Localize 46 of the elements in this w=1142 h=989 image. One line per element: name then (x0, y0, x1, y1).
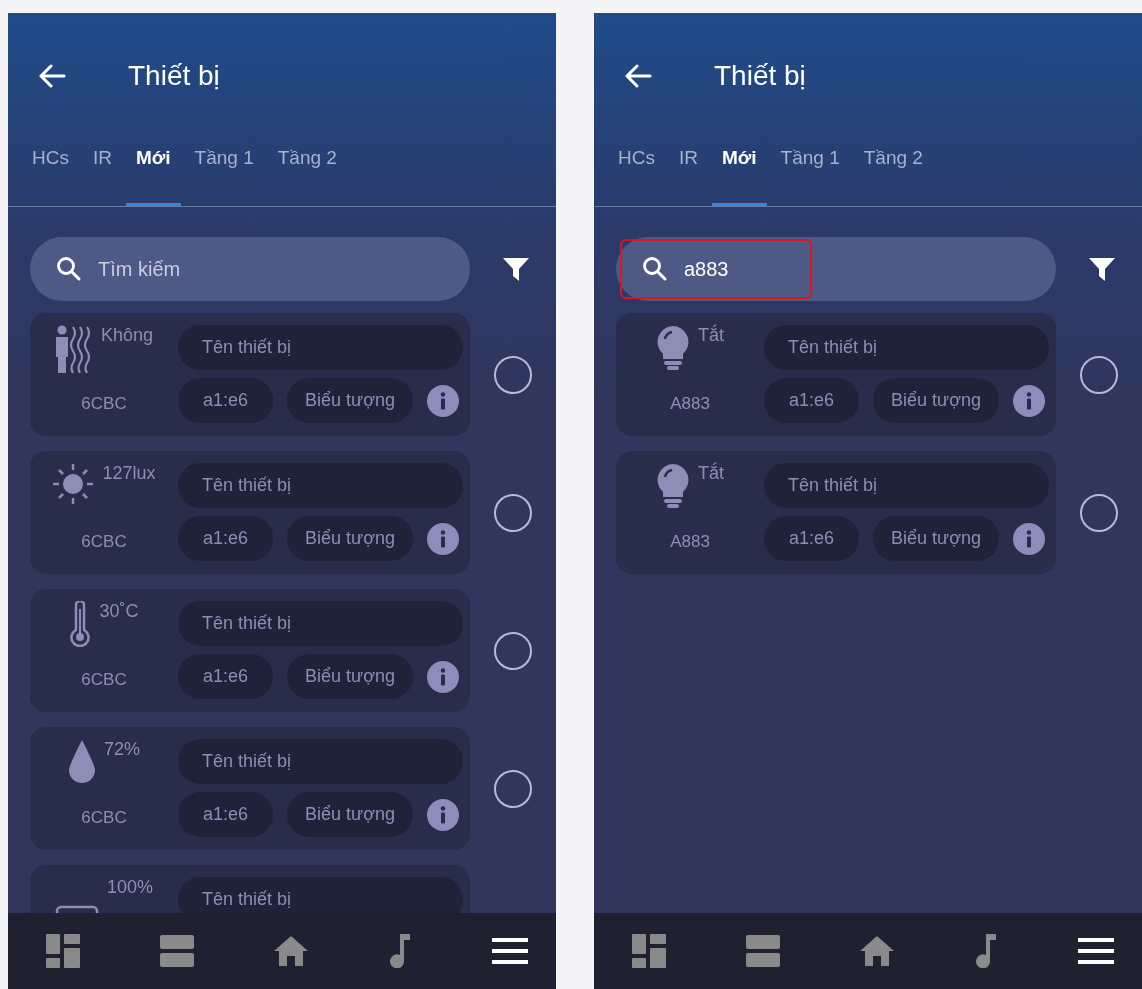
tab[interactable]: HCs (22, 137, 79, 206)
address-pill: a1:e6 (178, 516, 273, 561)
name-field[interactable]: Tên thiết bị (764, 325, 1049, 370)
name-field[interactable]: Tên thiết bị (178, 739, 463, 784)
search-input[interactable]: Tìm kiếm (98, 257, 208, 281)
icon-select-button[interactable]: Biểu tượng (287, 654, 413, 699)
sensor-reading: Tắt (698, 463, 724, 484)
name-field[interactable]: Tên thiết bị (178, 463, 463, 508)
name-field[interactable]: Tên thiết bị (178, 601, 463, 646)
tab[interactable]: Tầng 1 (770, 137, 850, 206)
sensor-reading: Tắt (698, 325, 724, 346)
address-pill: a1:e6 (178, 654, 273, 699)
device-code: 6CBC (81, 532, 127, 552)
tab[interactable]: IR (82, 137, 122, 206)
tab[interactable]: Mới (711, 137, 767, 206)
device-code: A883 (670, 532, 710, 552)
sensor-reading: 30˚C (99, 601, 139, 622)
tab[interactable]: Tầng 2 (267, 137, 347, 206)
device-code: 6CBC (81, 394, 127, 414)
icon-select-button[interactable]: Biểu tượng (287, 378, 413, 423)
tab[interactable]: IR (668, 137, 708, 206)
sensor-reading: 100% (106, 877, 153, 898)
device-code: 6CBC (81, 808, 127, 828)
address-pill: a1:e6 (764, 516, 859, 561)
tab[interactable]: Tầng 1 (184, 137, 264, 206)
name-field[interactable]: Tên thiết bị (178, 877, 463, 913)
tab[interactable]: HCs (608, 137, 665, 206)
icon-select-button[interactable]: Biểu tượng (287, 516, 413, 561)
name-field[interactable]: Tên thiết bị (764, 463, 1049, 508)
sensor-reading: 72% (104, 739, 140, 760)
address-pill: a1:e6 (178, 378, 273, 423)
sensor-reading: 127lux (102, 463, 156, 484)
icon-select-button[interactable]: Biểu tượng (873, 378, 999, 423)
device-code: A883 (670, 394, 710, 414)
icon-select-button[interactable]: Biểu tượng (873, 516, 999, 561)
tab[interactable]: Tầng 2 (853, 137, 933, 206)
address-pill: a1:e6 (178, 792, 273, 837)
device-code: 6CBC (81, 670, 127, 690)
search-input[interactable]: a883 (684, 257, 794, 281)
screen-title: Thiết bị (714, 60, 806, 92)
tab[interactable]: Mới (125, 137, 181, 206)
name-field[interactable]: Tên thiết bị (178, 325, 463, 370)
sensor-reading: Không (100, 325, 154, 346)
screen-title: Thiết bị (128, 60, 220, 92)
icon-select-button[interactable]: Biểu tượng (287, 792, 413, 837)
address-pill: a1:e6 (764, 378, 859, 423)
